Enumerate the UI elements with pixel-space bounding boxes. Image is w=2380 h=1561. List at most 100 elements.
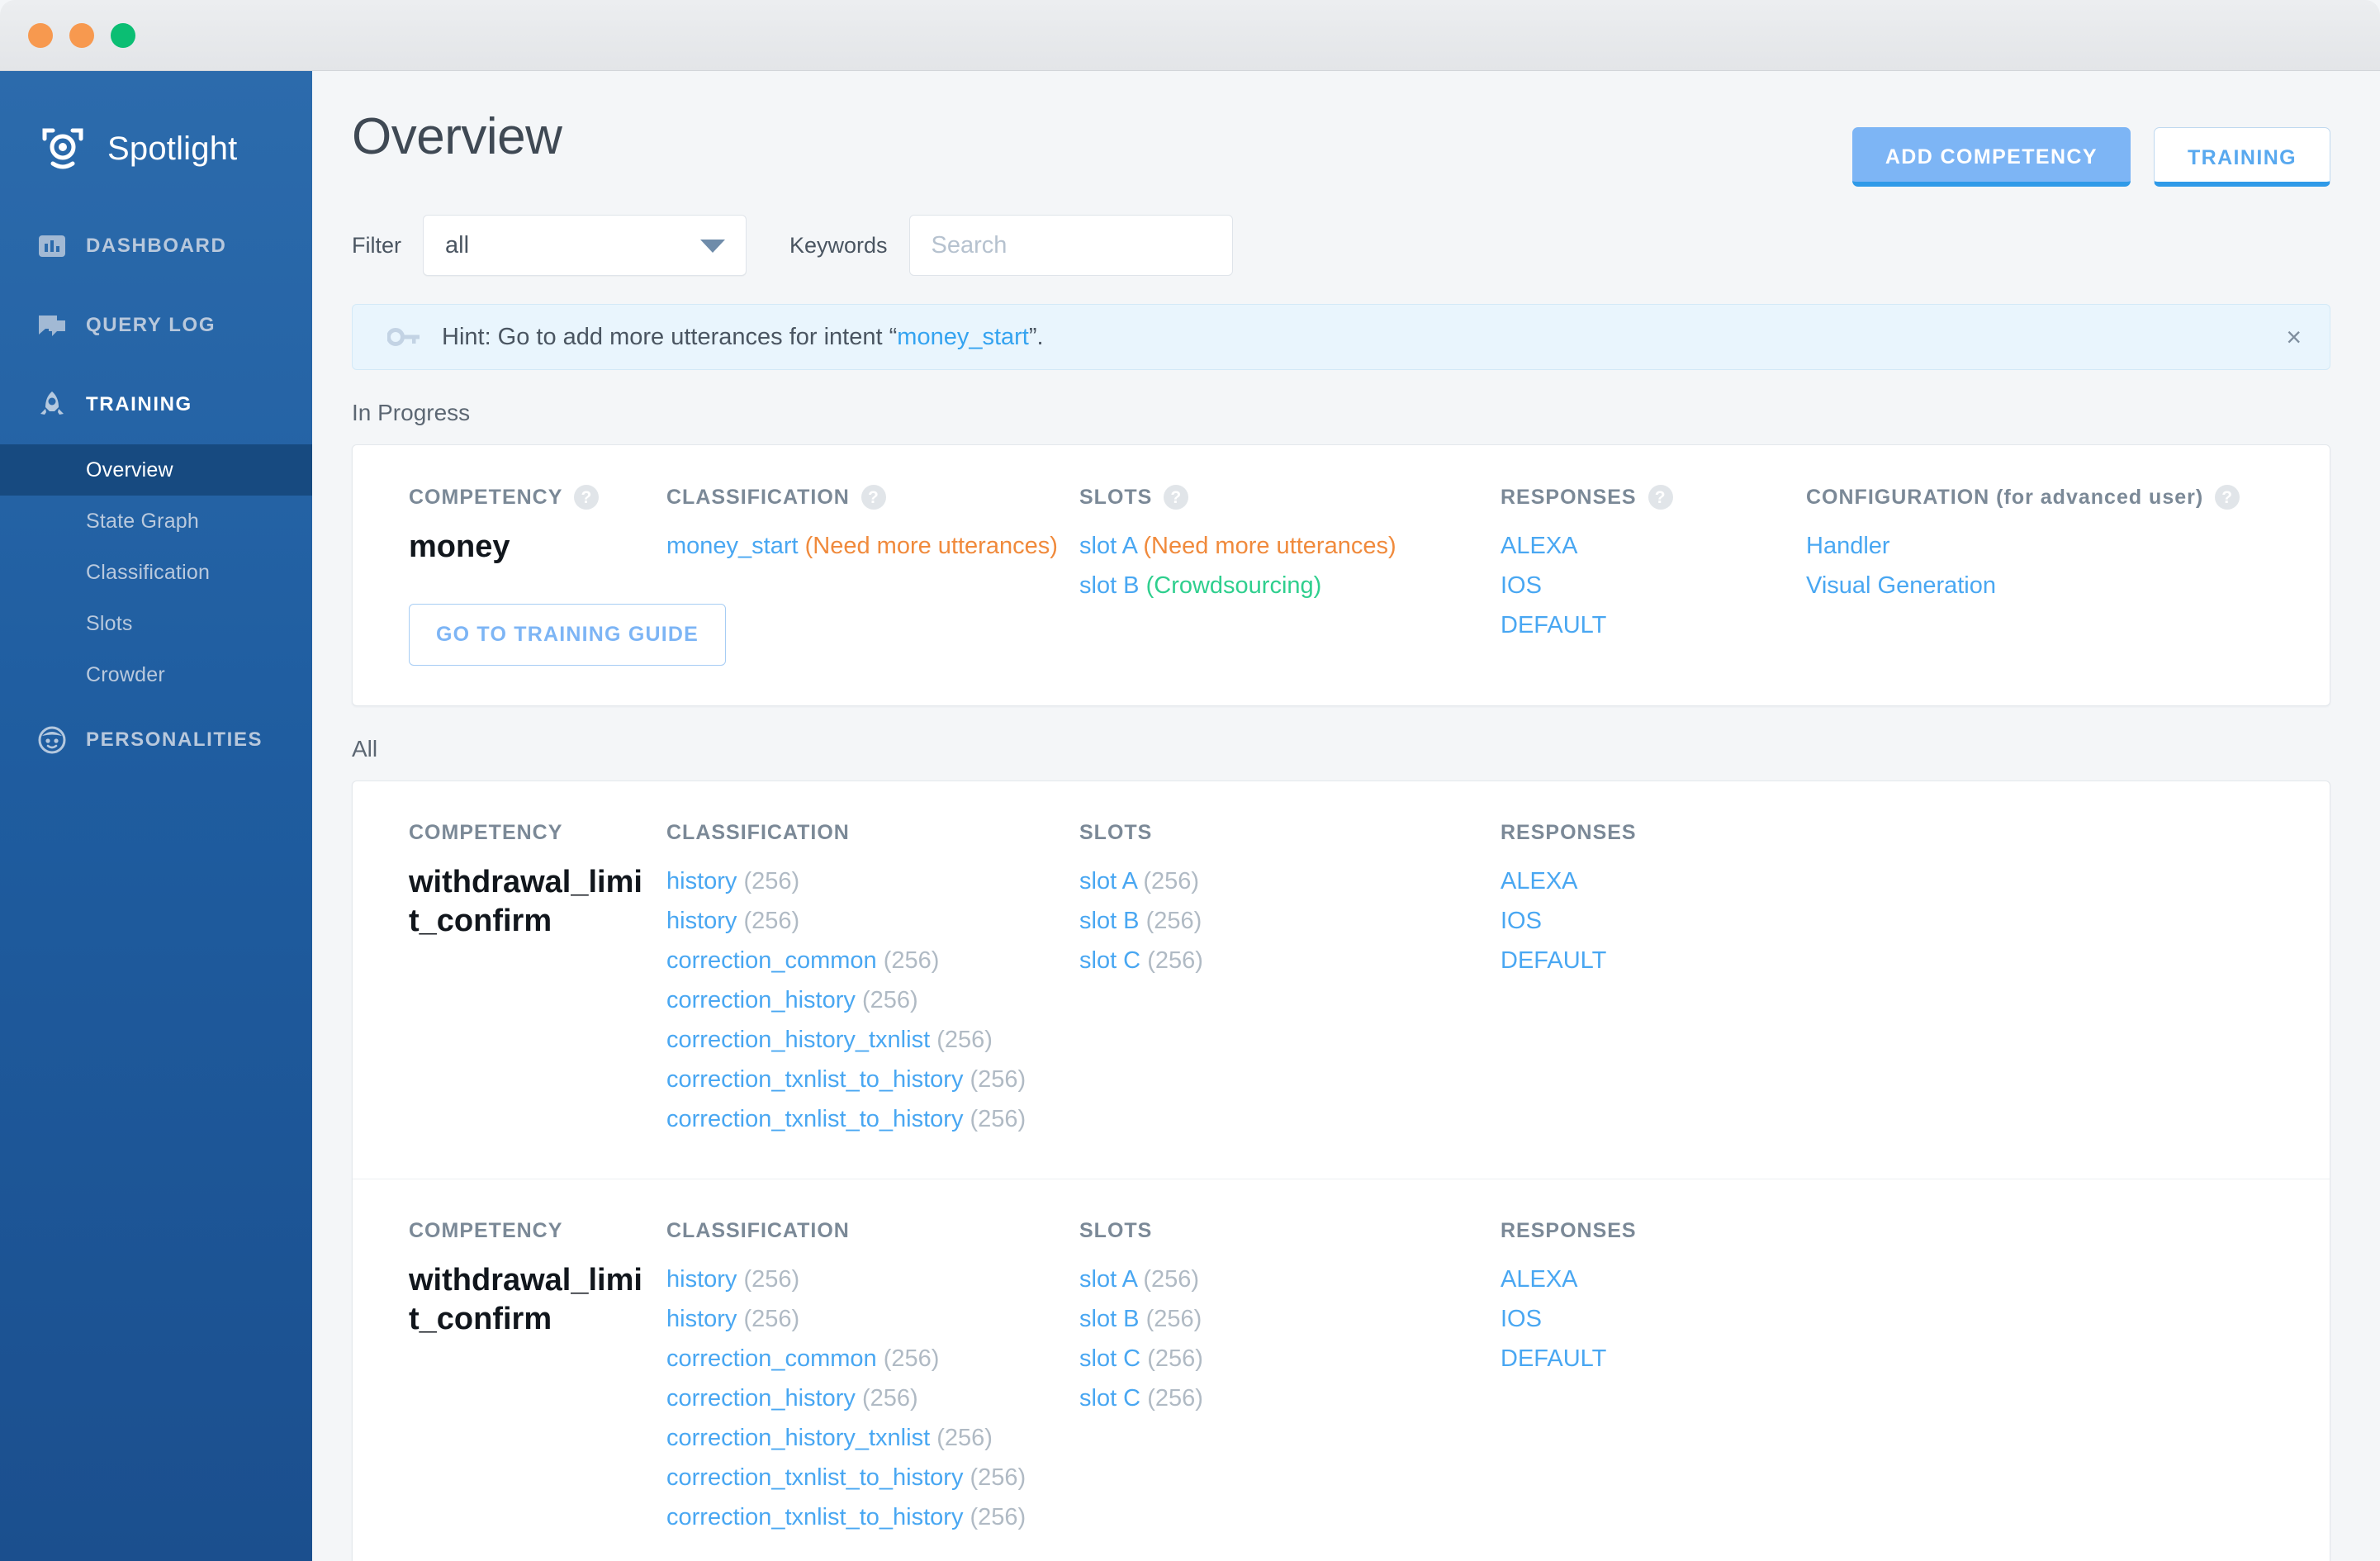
column-header-label: SLOTS — [1079, 821, 1153, 845]
hint-banner: Hint: Go to add more utterances for inte… — [352, 304, 2330, 370]
configuration-link[interactable]: Visual Generation — [1806, 572, 1996, 599]
classification-count: (256) — [936, 1027, 993, 1054]
classification-count: (256) — [743, 1306, 800, 1333]
window-controls — [28, 23, 135, 48]
list-item: IOS — [1501, 901, 1786, 941]
slot-note: (Crowdsourcing) — [1145, 572, 1322, 599]
help-icon[interactable]: ? — [1164, 485, 1189, 510]
minimize-window-button[interactable] — [69, 23, 94, 48]
column-header-classification: CLASSIFICATION — [666, 1219, 1060, 1243]
help-icon[interactable]: ? — [1648, 485, 1673, 510]
sidebar-item-state-graph[interactable]: State Graph — [0, 496, 312, 547]
list-item: ALEXA — [1501, 861, 1786, 901]
classification-list: history (256) history (256) correction_c… — [666, 1260, 1060, 1537]
slot-link[interactable]: slot C — [1079, 947, 1140, 974]
responses-list: ALEXA IOS DEFAULT — [1501, 861, 1786, 980]
classification-link[interactable]: history — [666, 1266, 737, 1293]
response-link[interactable]: IOS — [1501, 908, 1542, 934]
column-header-slots: SLOTS ? — [1079, 485, 1481, 510]
sidebar-item-dashboard[interactable]: DASHBOARD — [0, 206, 312, 286]
response-link[interactable]: DEFAULT — [1501, 612, 1606, 638]
configuration-link[interactable]: Handler — [1806, 533, 1890, 559]
help-icon[interactable]: ? — [574, 485, 600, 510]
list-item: correction_txnlist_to_history (256) — [666, 1060, 1060, 1099]
hint-suffix: ”. — [1028, 323, 1044, 350]
sidebar-item-slots[interactable]: Slots — [0, 598, 312, 649]
classification-link[interactable]: correction_history_txnlist — [666, 1027, 930, 1053]
add-competency-button[interactable]: ADD COMPETENCY — [1851, 127, 2131, 187]
in-progress-card: COMPETENCY ? money GO TO TRAINING GUIDE … — [352, 444, 2330, 707]
slot-link[interactable]: slot C — [1079, 1345, 1140, 1372]
column-header-label: CLASSIFICATION — [666, 485, 850, 509]
slot-link[interactable]: slot B — [1079, 572, 1140, 599]
list-item: slot A (256) — [1079, 861, 1481, 901]
classification-link[interactable]: correction_history — [666, 987, 856, 1013]
list-item: Handler — [1806, 526, 2240, 566]
maximize-window-button[interactable] — [111, 23, 135, 48]
classification-link[interactable]: history — [666, 1306, 737, 1332]
slots-column: SLOTS slot A (256) slot B (256) slot C (… — [1079, 821, 1501, 1139]
hint-intent-link[interactable]: money_start — [897, 324, 1029, 350]
list-item: correction_history (256) — [666, 1378, 1060, 1418]
classification-link[interactable]: correction_common — [666, 947, 877, 974]
slot-count: (256) — [1147, 947, 1203, 975]
response-link[interactable]: ALEXA — [1501, 1266, 1578, 1293]
sidebar-item-crowder[interactable]: Crowder — [0, 649, 312, 700]
responses-list: ALEXA IOS DEFAULT — [1501, 1260, 1786, 1378]
responses-column: RESPONSES ALEXA IOS DEFAULT — [1501, 821, 1806, 1139]
sidebar: Spotlight DASHBOARD QUERY LOG TRAINING O… — [0, 71, 312, 1561]
responses-column: RESPONSES ? ALEXA IOS DEFAULT — [1501, 485, 1806, 666]
slot-link[interactable]: slot B — [1079, 908, 1140, 934]
classification-link[interactable]: correction_txnlist_to_history — [666, 1464, 963, 1491]
training-button[interactable]: TRAINING — [2153, 127, 2330, 187]
search-input[interactable] — [908, 215, 1233, 276]
sidebar-item-overview[interactable]: Overview — [0, 444, 312, 496]
brand-name: Spotlight — [107, 130, 238, 167]
sidebar-item-label: DASHBOARD — [86, 235, 227, 257]
classification-link[interactable]: history — [666, 868, 737, 894]
list-item: correction_txnlist_to_history (256) — [666, 1099, 1060, 1139]
key-icon — [386, 326, 420, 348]
response-link[interactable]: DEFAULT — [1501, 947, 1606, 974]
slot-link[interactable]: slot B — [1079, 1306, 1140, 1332]
classification-link[interactable]: correction_txnlist_to_history — [666, 1106, 963, 1132]
response-link[interactable]: ALEXA — [1501, 868, 1578, 894]
response-link[interactable]: IOS — [1501, 1306, 1542, 1332]
sidebar-item-training[interactable]: TRAINING — [0, 365, 312, 444]
column-header-slots: SLOTS — [1079, 821, 1481, 845]
chat-icon — [36, 310, 68, 341]
slot-count: (256) — [1147, 1385, 1203, 1412]
slot-link[interactable]: slot C — [1079, 1385, 1140, 1412]
configuration-list: Handler Visual Generation — [1806, 526, 2240, 605]
classification-link[interactable]: correction_history_txnlist — [666, 1425, 930, 1451]
sidebar-item-personalities[interactable]: PERSONALITIES — [0, 700, 312, 780]
column-header-label: SLOTS — [1079, 485, 1153, 509]
response-link[interactable]: ALEXA — [1501, 533, 1578, 559]
slot-link[interactable]: slot A — [1079, 1266, 1136, 1293]
filter-select[interactable]: all — [423, 215, 747, 276]
classification-link[interactable]: correction_common — [666, 1345, 877, 1372]
window-titlebar — [0, 0, 2380, 71]
classification-link[interactable]: money_start — [666, 533, 799, 559]
response-link[interactable]: IOS — [1501, 572, 1542, 599]
classification-link[interactable]: history — [666, 908, 737, 934]
sidebar-item-classification[interactable]: Classification — [0, 547, 312, 598]
column-header-label: RESPONSES — [1501, 821, 1637, 845]
classification-count: (256) — [743, 908, 800, 935]
app-window: Spotlight DASHBOARD QUERY LOG TRAINING O… — [0, 0, 2380, 1561]
responses-list: ALEXA IOS DEFAULT — [1501, 526, 1786, 645]
help-icon[interactable]: ? — [860, 485, 886, 510]
classification-link[interactable]: correction_history — [666, 1385, 856, 1412]
sidebar-item-query-log[interactable]: QUERY LOG — [0, 286, 312, 365]
sidebar-item-label: QUERY LOG — [86, 314, 216, 336]
slot-count: (256) — [1147, 1345, 1203, 1373]
slot-link[interactable]: slot A — [1079, 868, 1136, 894]
close-icon[interactable]: × — [2286, 324, 2302, 350]
classification-link[interactable]: correction_txnlist_to_history — [666, 1504, 963, 1530]
list-item: ALEXA — [1501, 1260, 1786, 1299]
classification-link[interactable]: correction_txnlist_to_history — [666, 1066, 963, 1093]
close-window-button[interactable] — [28, 23, 53, 48]
slot-link[interactable]: slot A — [1079, 533, 1136, 559]
response-link[interactable]: DEFAULT — [1501, 1345, 1606, 1372]
help-icon[interactable]: ? — [2215, 485, 2240, 510]
